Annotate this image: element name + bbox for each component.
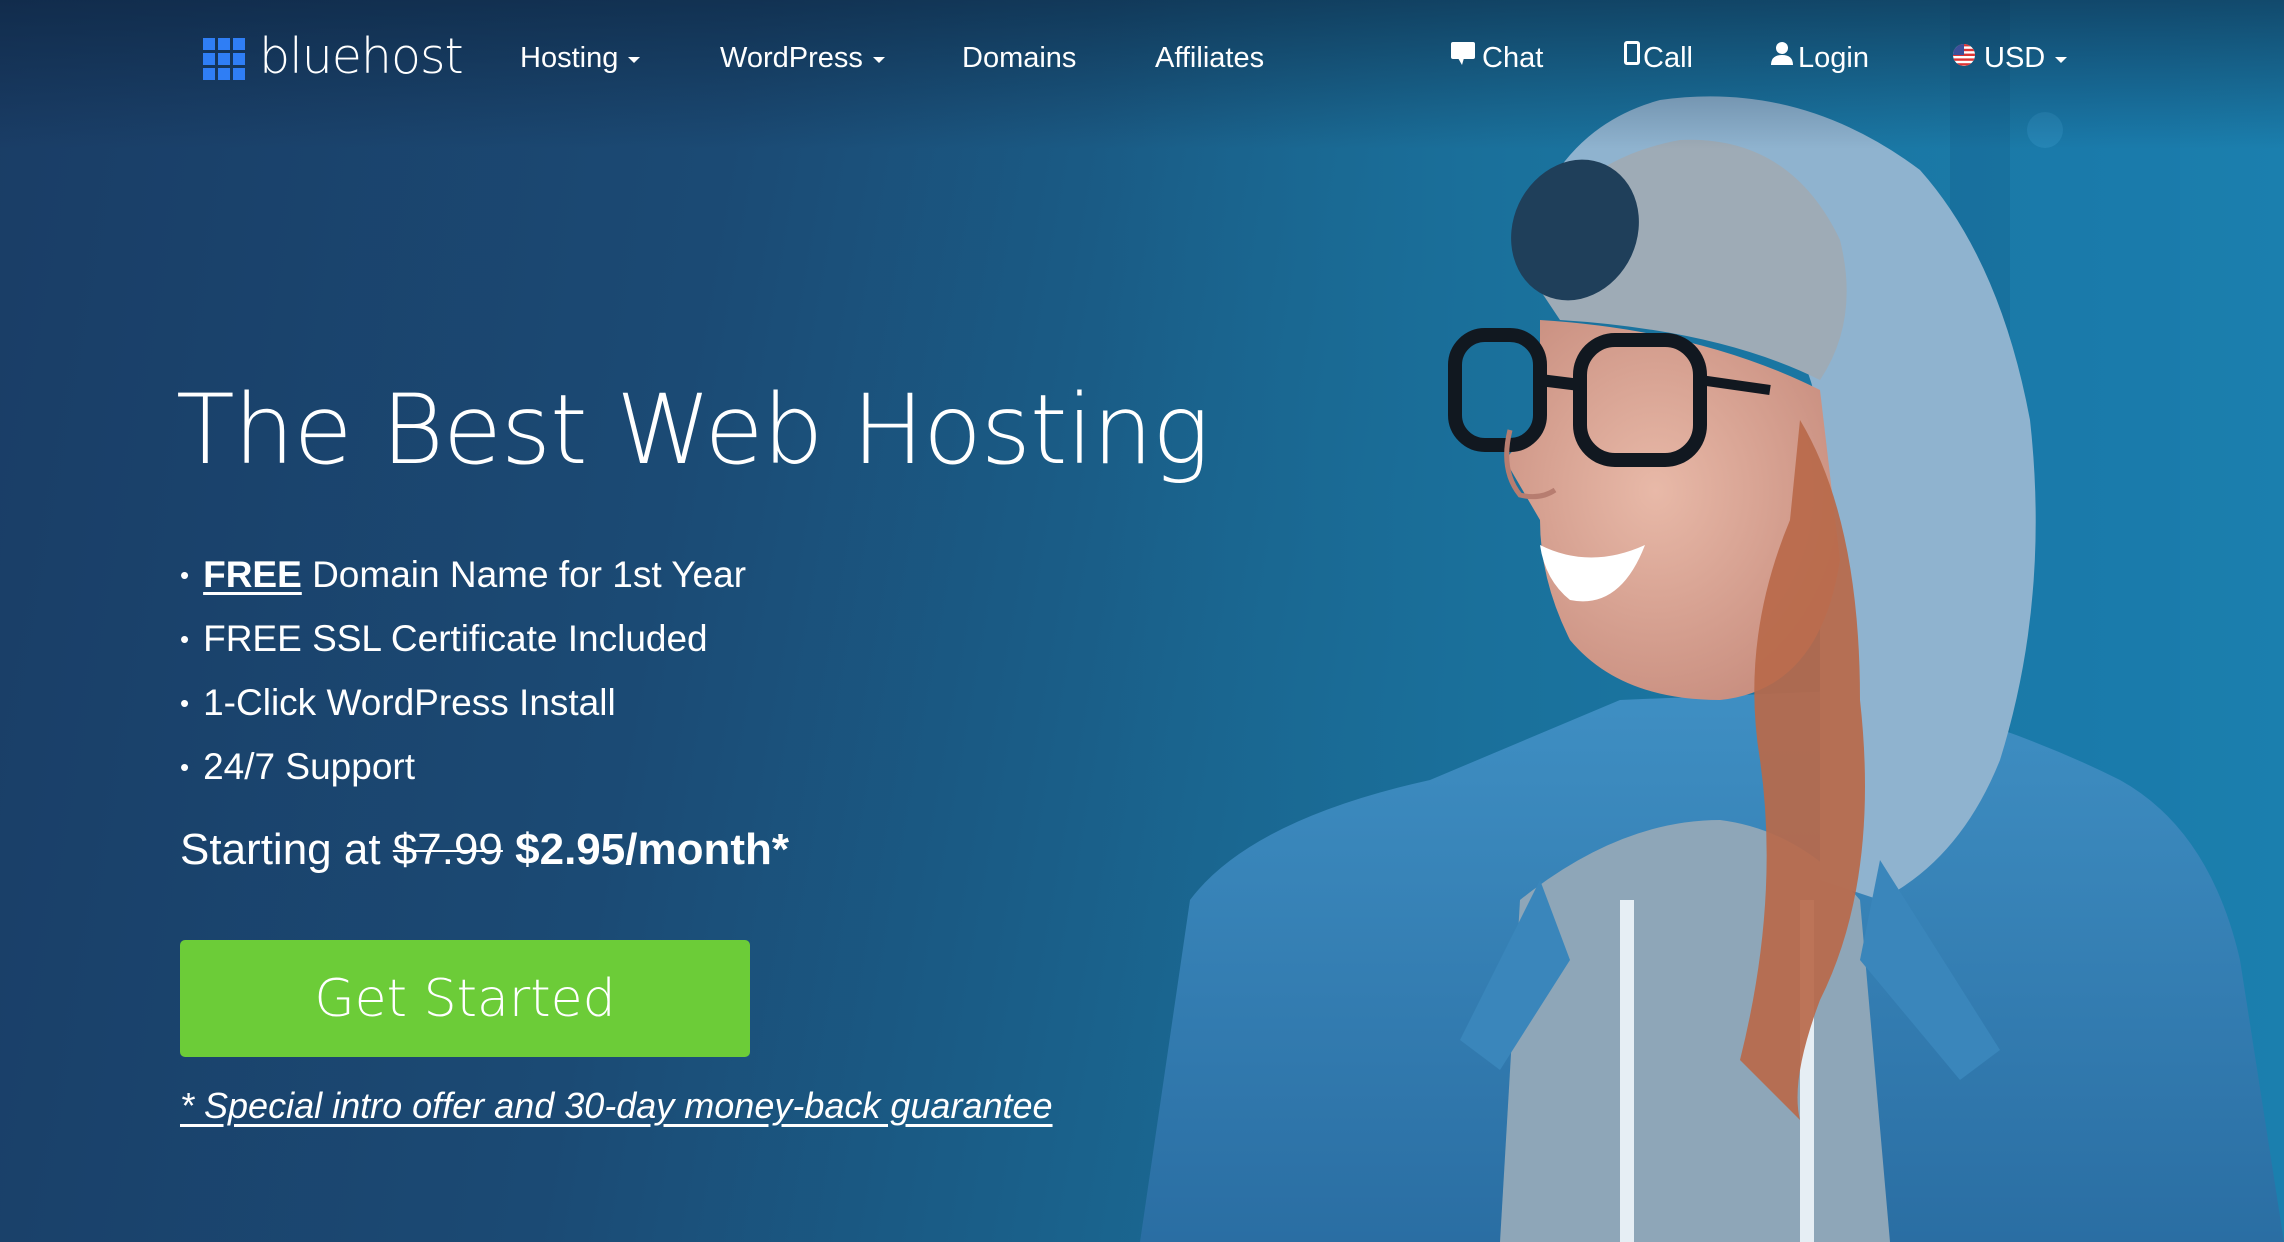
nav-chat-label: Chat	[1482, 42, 1544, 74]
grid-logo-icon	[203, 37, 245, 80]
chevron-down-icon	[2055, 57, 2068, 63]
bullet-icon: •	[180, 624, 190, 654]
price-prefix: Starting at	[180, 825, 393, 874]
offer-disclaimer-link[interactable]: * Special intro offer and 30-day money-b…	[180, 1085, 1053, 1127]
top-navigation: bluehost Hosting WordPress Domains Affil…	[0, 0, 2284, 116]
feature-text: FREE SSL Certificate Included	[203, 618, 708, 659]
brand-name: bluehost	[259, 28, 464, 85]
nav-affiliates[interactable]: Affiliates	[1155, 38, 1264, 78]
nav-wordpress-label: WordPress	[720, 42, 863, 74]
feature-emphasis: FREE	[203, 554, 302, 595]
nav-call-label: Call	[1643, 42, 1693, 74]
nav-hosting-label: Hosting	[520, 42, 619, 74]
feature-item: • FREE SSL Certificate Included	[180, 607, 746, 671]
chevron-down-icon	[628, 57, 641, 63]
pricing-line: Starting at $7.99 $2.95/month*	[180, 820, 789, 880]
bullet-icon: •	[180, 560, 190, 590]
hero-photo-illustration	[1100, 0, 2284, 1242]
nav-chat[interactable]: Chat	[1450, 38, 1543, 78]
nav-domains[interactable]: Domains	[962, 38, 1076, 78]
hero-headline: The Best Web Hosting	[176, 374, 1210, 486]
nav-wordpress[interactable]: WordPress	[720, 38, 885, 78]
feature-list: • FREE Domain Name for 1st Year • FREE S…	[180, 543, 746, 799]
new-price: $2.95/month*	[515, 825, 789, 874]
chevron-down-icon	[872, 57, 885, 63]
feature-text: 1-Click WordPress Install	[203, 682, 616, 723]
nav-affiliates-label: Affiliates	[1155, 42, 1265, 74]
nav-login[interactable]: Login	[1770, 38, 1869, 78]
us-flag-icon	[1952, 38, 1976, 78]
bluehost-logo[interactable]: bluehost	[203, 32, 464, 81]
bullet-icon: •	[180, 752, 190, 782]
feature-item: • FREE Domain Name for 1st Year	[180, 543, 746, 607]
phone-icon	[1624, 38, 1640, 78]
user-icon	[1770, 38, 1794, 78]
feature-text: 24/7 Support	[203, 746, 415, 787]
old-price: $7.99	[392, 825, 503, 874]
chat-bubble-icon	[1450, 38, 1476, 78]
nav-call[interactable]: Call	[1624, 38, 1693, 78]
nav-login-label: Login	[1798, 42, 1869, 74]
currency-selector[interactable]: USD	[1952, 38, 2068, 78]
feature-text: Domain Name for 1st Year	[301, 554, 747, 595]
hero-photo	[1100, 0, 2284, 1242]
bullet-icon: •	[180, 688, 190, 718]
currency-label: USD	[1984, 42, 2046, 74]
nav-hosting[interactable]: Hosting	[520, 38, 641, 78]
nav-domains-label: Domains	[962, 42, 1077, 74]
feature-item: • 24/7 Support	[180, 735, 746, 799]
feature-item: • 1-Click WordPress Install	[180, 671, 746, 735]
get-started-button[interactable]: Get Started	[180, 940, 750, 1057]
